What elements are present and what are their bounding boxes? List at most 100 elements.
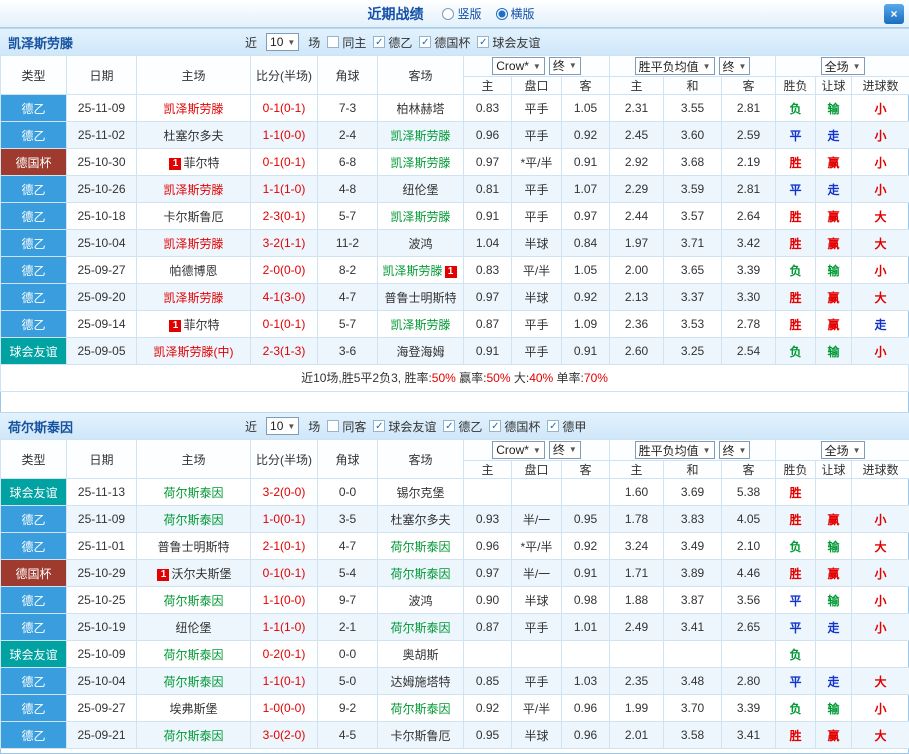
odds-home: 0.96 — [463, 121, 512, 149]
col-mean-away: 客 — [720, 76, 777, 95]
mean-away: 2.80 — [720, 667, 777, 695]
league-type-badge: 德乙 — [0, 694, 67, 722]
league-type-badge: 德乙 — [0, 505, 67, 533]
match-row: 球会友谊 25-10-09 荷尔斯泰因 0-2(0-1) 0-0 奥胡斯 负 — [0, 640, 909, 668]
mean-away: 2.64 — [720, 202, 777, 230]
filter-checkbox-德甲[interactable]: ✓ 德甲 — [547, 418, 586, 435]
close-button[interactable]: × — [884, 4, 904, 24]
odds-final-select[interactable]: 终 ▼ — [548, 440, 581, 459]
mean-home: 1.60 — [609, 478, 664, 506]
corners: 3-5 — [317, 505, 378, 533]
match-row: 德乙 25-11-01 普鲁士明斯特 2-1(0-1) 4-7 荷尔斯泰因 0.96 *平/半… — [0, 532, 909, 560]
recent-count-select[interactable]: 10 ▼ — [266, 417, 300, 435]
corners: 3-6 — [317, 337, 378, 365]
score: 1-1(1-0) — [250, 613, 318, 641]
layout-vertical-radio[interactable]: 竖版 — [442, 5, 482, 22]
home-team: 1 菲尔特 — [136, 310, 251, 338]
mean-home: 2.00 — [609, 256, 664, 284]
mean-select[interactable]: 胜平负均值 ▼ — [634, 57, 715, 75]
col-odds-home: 主 — [463, 460, 512, 479]
bookmaker-select[interactable]: Crow* ▼ — [492, 441, 545, 460]
team-name: 凯泽斯劳滕 — [8, 35, 74, 51]
filter-checkbox-德国杯[interactable]: ✓ 德国杯 — [419, 34, 470, 51]
result-handicap: 走 — [815, 667, 853, 695]
result-wdl: 胜 — [775, 310, 817, 338]
col-home: 主场 — [136, 439, 251, 479]
match-row: 德乙 25-09-20 凯泽斯劳滕 4-1(3-0) 4-7 普鲁士明斯特 0.97 半球 0.… — [0, 283, 909, 311]
result-wdl: 平 — [775, 613, 817, 641]
col-date: 日期 — [66, 55, 137, 95]
home-team: 埃弗斯堡 — [136, 694, 251, 722]
odds-home: 0.83 — [463, 94, 512, 122]
result-wdl: 平 — [775, 175, 817, 203]
home-team: 凯泽斯劳滕(中) — [136, 337, 251, 365]
odds-away: 0.98 — [561, 586, 610, 614]
result-goals: 走 — [851, 310, 909, 338]
filter-checkbox-同主[interactable]: 同主 — [327, 34, 366, 51]
away-team: 凯泽斯劳滕 1 — [377, 256, 464, 284]
result-goals: 大 — [851, 229, 909, 257]
chevron-down-icon: ▼ — [287, 421, 296, 431]
fulltime-select[interactable]: 全场 ▼ — [820, 57, 865, 75]
result-wdl: 负 — [775, 337, 817, 365]
filter-checkbox-同客[interactable]: 同客 — [327, 418, 366, 435]
mean-draw: 3.68 — [663, 148, 722, 176]
mean-final-select[interactable]: 终 ▼ — [718, 57, 751, 75]
layout-horizontal-label: 横版 — [510, 7, 535, 21]
odds-line: 平手 — [511, 121, 562, 149]
mean-away: 3.56 — [720, 586, 777, 614]
result-goals: 小 — [851, 94, 909, 122]
score: 0-2(0-1) — [250, 640, 318, 668]
score: 1-1(1-0) — [250, 175, 318, 203]
match-row: 德乙 25-10-19 纽伦堡 1-1(1-0) 2-1 荷尔斯泰因 0.87 平手 1.01 2… — [0, 613, 909, 641]
score: 2-0(0-0) — [250, 256, 318, 284]
stats-summary: 近10场,胜5平2负3, 胜率:50% 赢率:50% 大:40% 单率:70% — [0, 365, 909, 392]
odds-home: 0.81 — [463, 175, 512, 203]
match-date: 25-10-09 — [66, 640, 137, 668]
recent-count-select[interactable]: 10 ▼ — [266, 33, 300, 51]
filter-checkbox-球会友谊[interactable]: ✓ 球会友谊 — [373, 418, 436, 435]
result-wdl: 负 — [775, 532, 817, 560]
match-date: 25-10-18 — [66, 202, 137, 230]
near-label: 近 — [245, 35, 258, 50]
match-row: 德乙 25-10-18 卡尔斯鲁厄 2-3(0-1) 5-7 凯泽斯劳滕 0.91 平手 0.9… — [0, 202, 909, 230]
mean-final-select[interactable]: 终 ▼ — [718, 441, 751, 459]
match-row: 德乙 25-11-09 凯泽斯劳滕 0-1(0-1) 7-3 柏林赫塔 0.83 平手 1.05… — [0, 94, 909, 122]
filter-checkbox-德国杯[interactable]: ✓ 德国杯 — [489, 418, 540, 435]
layout-horizontal-radio[interactable]: 横版 — [495, 5, 535, 22]
chevron-down-icon: ▼ — [702, 445, 711, 455]
col-corners: 角球 — [317, 55, 378, 95]
odds-home: 0.97 — [463, 559, 512, 587]
result-goals: 小 — [851, 613, 909, 641]
filter-checkbox-球会友谊[interactable]: ✓ 球会友谊 — [477, 34, 540, 51]
odds-line: 半球 — [511, 586, 562, 614]
result-wdl: 胜 — [775, 559, 817, 587]
away-team: 凯泽斯劳滕 — [377, 310, 464, 338]
corners: 5-4 — [317, 559, 378, 587]
col-mean-home: 主 — [609, 76, 664, 95]
result-goals: 小 — [851, 694, 909, 722]
mean-away: 2.81 — [720, 94, 777, 122]
col-odds-away: 客 — [561, 76, 610, 95]
result-handicap: 赢 — [815, 310, 853, 338]
bookmaker-select[interactable]: Crow* ▼ — [492, 57, 545, 76]
match-date: 25-09-05 — [66, 337, 137, 365]
corners: 2-4 — [317, 121, 378, 149]
filter-checkbox-德乙[interactable]: ✓ 德乙 — [443, 418, 482, 435]
result-handicap: 输 — [815, 694, 853, 722]
fulltime-select[interactable]: 全场 ▼ — [820, 441, 865, 459]
result-wdl: 胜 — [775, 202, 817, 230]
mean-away: 2.10 — [720, 532, 777, 560]
score: 1-1(0-1) — [250, 667, 318, 695]
score: 0-1(0-1) — [250, 94, 318, 122]
col-result-handicap: 让球 — [815, 76, 853, 95]
col-mean-draw: 和 — [663, 76, 722, 95]
layout-vertical-label: 竖版 — [457, 7, 482, 21]
match-row: 德国杯 25-10-30 1 菲尔特 0-1(0-1) 6-8 凯泽斯劳滕 0.97 *平/半 0… — [0, 148, 909, 176]
odds-final-select[interactable]: 终 ▼ — [548, 56, 581, 75]
away-team: 海登海姆 — [377, 337, 464, 365]
mean-select[interactable]: 胜平负均值 ▼ — [634, 441, 715, 459]
filter-checkbox-德乙[interactable]: ✓ 德乙 — [373, 34, 412, 51]
match-date: 25-10-30 — [66, 148, 137, 176]
result-handicap: 赢 — [815, 559, 853, 587]
